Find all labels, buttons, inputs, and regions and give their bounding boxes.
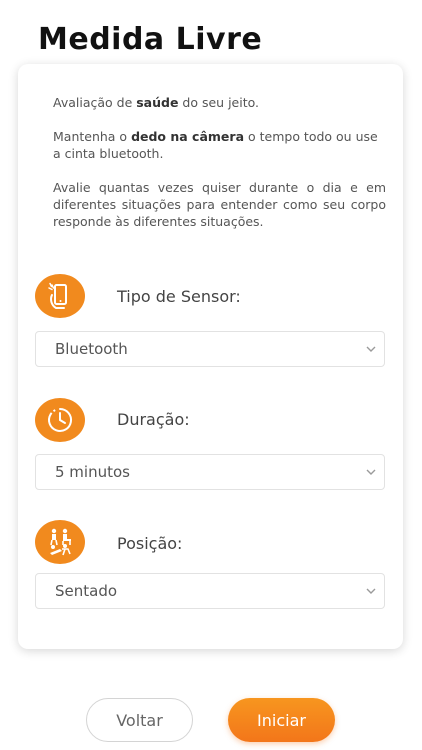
intro-text: do seu jeito. [178, 95, 260, 110]
position-value: Sentado [55, 582, 118, 600]
position-select[interactable]: Sentado [35, 573, 385, 609]
duration-select[interactable]: 5 minutos [35, 454, 385, 490]
phone-hand-icon [35, 274, 85, 318]
intro-paragraph-1: Avaliação de saúde do seu jeito. [53, 94, 386, 111]
intro-text: Mantenha o [53, 129, 132, 144]
duration-label: Duração: [117, 410, 190, 429]
chevron-down-icon [366, 588, 376, 594]
page-title: Medida Livre [38, 22, 263, 57]
sensor-type-value: Bluetooth [55, 340, 128, 358]
sensor-type-select[interactable]: Bluetooth [35, 331, 385, 367]
intro-bold-text: dedo na câmera [131, 129, 245, 144]
intro-bold-text: saúde [136, 95, 179, 110]
duration-value: 5 minutos [55, 463, 130, 481]
chevron-down-icon [366, 346, 376, 352]
settings-card: Avaliação de saúde do seu jeito. Mantenh… [18, 64, 403, 649]
sensor-type-label: Tipo de Sensor: [117, 287, 241, 306]
intro-text: Avaliação de [53, 95, 137, 110]
intro-paragraph-2: Mantenha o dedo na câmera o tempo todo o… [53, 128, 386, 162]
clock-icon [35, 398, 85, 442]
start-button[interactable]: Iniciar [228, 698, 335, 742]
back-button[interactable]: Voltar [86, 698, 193, 742]
intro-paragraph-3: Avalie quantas vezes quiser durante o di… [53, 180, 386, 229]
chevron-down-icon [366, 469, 376, 475]
position-label: Posição: [117, 534, 183, 553]
body-positions-icon [35, 520, 85, 564]
